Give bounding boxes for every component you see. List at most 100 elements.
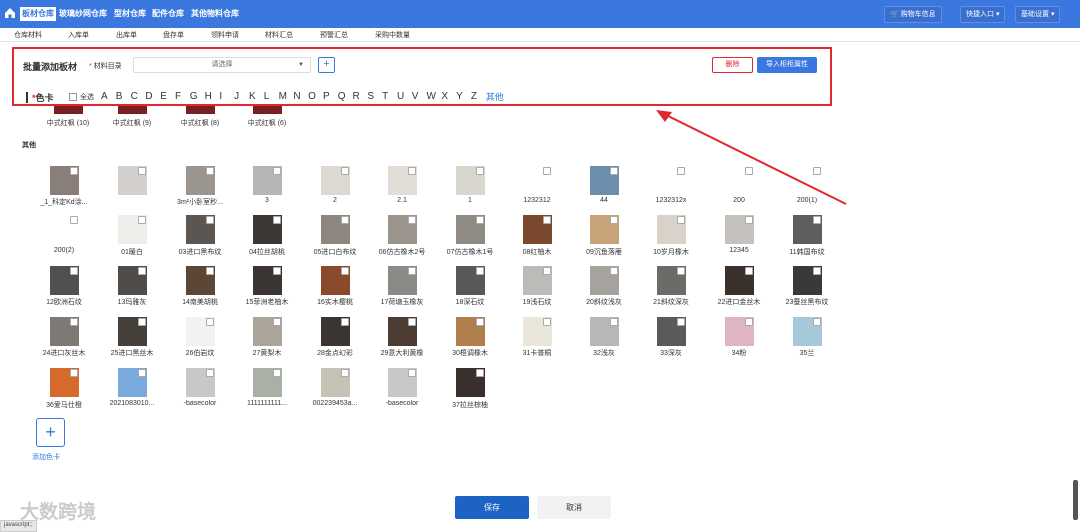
swatch-checkbox[interactable] — [206, 267, 214, 275]
color-card-swatch[interactable] — [793, 317, 822, 346]
letter-filter-g[interactable]: G — [190, 91, 205, 102]
letter-filter-v[interactable]: V — [412, 91, 427, 102]
color-card-swatch[interactable] — [456, 215, 485, 244]
swatch-checkbox[interactable] — [610, 167, 618, 175]
color-card-swatch[interactable] — [118, 166, 147, 195]
swatch-checkbox[interactable] — [610, 216, 618, 224]
swatch-checkbox[interactable] — [70, 318, 78, 326]
swatch-checkbox[interactable] — [543, 267, 551, 275]
swatch-checkbox[interactable] — [745, 267, 753, 275]
color-card-swatch[interactable] — [50, 368, 79, 397]
letter-filter-m[interactable]: M — [279, 91, 294, 102]
import-attributes-button[interactable]: 导入柜柜属性 — [757, 57, 817, 73]
letter-filter-c[interactable]: C — [131, 91, 146, 102]
swatch-checkbox[interactable] — [610, 267, 618, 275]
swatch-checkbox[interactable] — [408, 318, 416, 326]
swatch-checkbox[interactable] — [813, 216, 821, 224]
swatch-checkbox[interactable] — [341, 267, 349, 275]
swatch-checkbox[interactable] — [341, 216, 349, 224]
color-card-swatch[interactable] — [253, 266, 282, 295]
color-card-swatch[interactable] — [118, 215, 147, 244]
color-card-swatch[interactable] — [118, 106, 147, 114]
color-card-swatch[interactable] — [590, 266, 619, 295]
swatch-checkbox[interactable] — [70, 216, 78, 224]
cancel-button[interactable]: 取消 — [537, 496, 611, 519]
swatch-checkbox[interactable] — [408, 167, 416, 175]
letter-filter-y[interactable]: Y — [456, 91, 471, 102]
catalog-select[interactable]: 请选择 ▼ — [133, 57, 311, 73]
swatch-checkbox[interactable] — [476, 369, 484, 377]
color-card-swatch[interactable] — [186, 317, 215, 346]
swatch-checkbox[interactable] — [206, 167, 214, 175]
letter-filter-x[interactable]: X — [441, 91, 456, 102]
delete-button[interactable]: 删除 — [712, 57, 753, 73]
swatch-checkbox[interactable] — [70, 267, 78, 275]
letter-filter-p[interactable]: P — [323, 91, 338, 102]
swatch-checkbox[interactable] — [341, 167, 349, 175]
basic-settings-dropdown[interactable]: 基础设置 ▾ — [1015, 6, 1061, 23]
color-card-swatch[interactable] — [657, 266, 686, 295]
color-card-swatch[interactable] — [321, 166, 350, 195]
tab-accessory-warehouse[interactable]: 配件仓库 — [152, 8, 184, 20]
swatch-checkbox[interactable] — [476, 216, 484, 224]
swatch-checkbox[interactable] — [408, 267, 416, 275]
color-card-swatch[interactable] — [456, 368, 485, 397]
letter-filter-other[interactable]: 其他 — [486, 90, 504, 103]
color-card-swatch[interactable] — [50, 317, 79, 346]
swatch-checkbox[interactable] — [138, 267, 146, 275]
swatch-checkbox[interactable] — [206, 216, 214, 224]
color-card-swatch[interactable] — [50, 215, 79, 244]
swatch-checkbox[interactable] — [677, 267, 685, 275]
color-card-swatch[interactable] — [523, 215, 552, 244]
swatch-checkbox[interactable] — [745, 318, 753, 326]
color-card-swatch[interactable] — [725, 266, 754, 295]
letter-filter-s[interactable]: S — [367, 91, 382, 102]
swatch-checkbox[interactable] — [138, 216, 146, 224]
color-card-swatch[interactable] — [388, 317, 417, 346]
letter-filter-f[interactable]: F — [175, 91, 190, 102]
letter-filter-a[interactable]: A — [101, 91, 116, 102]
color-card-swatch[interactable] — [388, 215, 417, 244]
color-card-swatch[interactable] — [456, 166, 485, 195]
color-card-swatch[interactable] — [793, 166, 822, 195]
scrollbar[interactable] — [1073, 480, 1078, 520]
swatch-checkbox[interactable] — [476, 167, 484, 175]
color-card-swatch[interactable] — [118, 317, 147, 346]
swatch-checkbox[interactable] — [70, 369, 78, 377]
color-card-swatch[interactable] — [590, 166, 619, 195]
swatch-checkbox[interactable] — [745, 216, 753, 224]
swatch-checkbox[interactable] — [543, 167, 551, 175]
color-card-swatch[interactable] — [456, 266, 485, 295]
color-card-swatch[interactable] — [186, 215, 215, 244]
color-card-swatch[interactable] — [523, 317, 552, 346]
letter-filter-i[interactable]: I — [219, 91, 234, 102]
color-card-swatch[interactable] — [118, 368, 147, 397]
swatch-checkbox[interactable] — [543, 216, 551, 224]
swatch-checkbox[interactable] — [273, 369, 281, 377]
swatch-checkbox[interactable] — [273, 167, 281, 175]
letter-filter-r[interactable]: R — [353, 91, 368, 102]
color-card-swatch[interactable] — [186, 166, 215, 195]
swatch-checkbox[interactable] — [677, 167, 685, 175]
swatch-checkbox[interactable] — [813, 167, 821, 175]
swatch-checkbox[interactable] — [341, 369, 349, 377]
color-card-swatch[interactable] — [793, 266, 822, 295]
swatch-checkbox[interactable] — [476, 318, 484, 326]
letter-filter-n[interactable]: N — [293, 91, 308, 102]
letter-filter-q[interactable]: Q — [338, 91, 353, 102]
color-card-swatch[interactable] — [321, 215, 350, 244]
color-card-swatch[interactable] — [186, 368, 215, 397]
letter-filter-t[interactable]: T — [382, 91, 397, 102]
swatch-checkbox[interactable] — [476, 267, 484, 275]
tab-board-warehouse[interactable]: 板材仓库 — [20, 7, 56, 21]
subnav-requisition[interactable]: 领料申请 — [211, 30, 239, 40]
color-card-swatch[interactable] — [590, 317, 619, 346]
swatch-checkbox[interactable] — [206, 369, 214, 377]
color-card-swatch[interactable] — [388, 166, 417, 195]
color-card-swatch[interactable] — [253, 166, 282, 195]
swatch-checkbox[interactable] — [138, 167, 146, 175]
subnav-inventory[interactable]: 盘存单 — [163, 30, 184, 40]
tab-other-warehouse[interactable]: 其他物料仓库 — [191, 8, 239, 20]
color-card-swatch[interactable] — [590, 215, 619, 244]
select-all-checkbox[interactable] — [69, 92, 77, 101]
